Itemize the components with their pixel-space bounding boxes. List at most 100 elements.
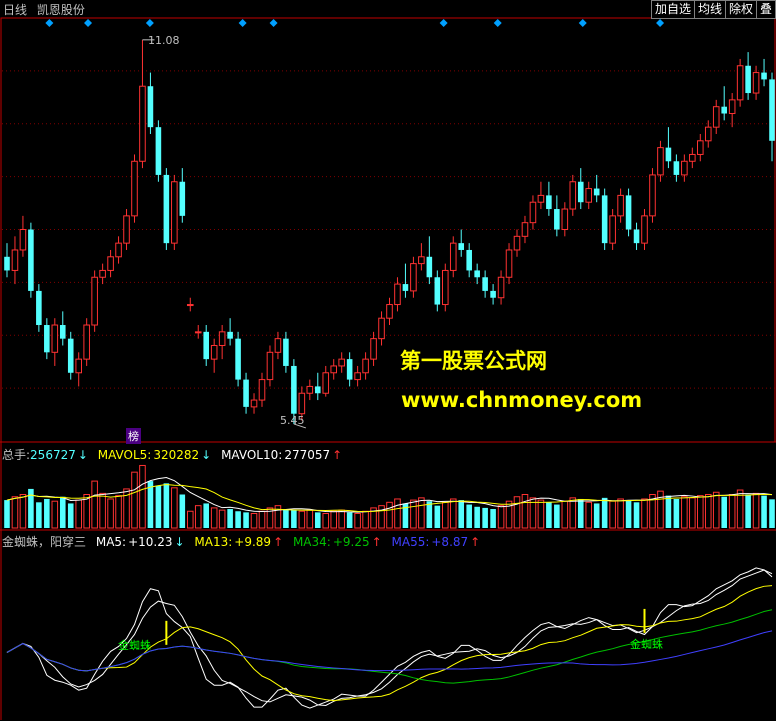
ex-rights-button[interactable]: 除权 xyxy=(724,0,757,19)
candle-body-down xyxy=(434,277,441,305)
volume-bar-up xyxy=(194,505,202,529)
volume-bar-up xyxy=(107,498,114,529)
volume-bar-down xyxy=(665,495,672,528)
volume-bar-up xyxy=(410,499,417,529)
indicator-legend: 金蜘蛛，阳穿三 MA5:+10.23 MA13:+9.89 MA34:+9.25… xyxy=(2,533,486,550)
candle-body-up xyxy=(513,235,521,251)
volume-bar-up xyxy=(689,497,696,529)
volume-bar-up xyxy=(298,510,306,529)
total-volume-value: 256727 xyxy=(30,448,76,462)
add-watchlist-button[interactable]: 加自选 xyxy=(650,0,695,19)
candle-body-down xyxy=(554,209,560,230)
volume-bar-down xyxy=(434,505,441,528)
candle-body-up xyxy=(322,372,330,394)
candle-body-up xyxy=(171,181,178,244)
candle-body-down xyxy=(593,188,600,196)
signal-label-gold-spider-1: 金蜘蛛 xyxy=(118,639,151,652)
candle-body-up xyxy=(139,85,146,162)
candle-body-up xyxy=(194,331,202,334)
candle-body-up xyxy=(521,222,529,237)
candle-body-up xyxy=(330,365,338,374)
volume-bar-down xyxy=(291,510,297,528)
candle-body-up xyxy=(449,242,457,271)
volume-bar-up xyxy=(99,492,106,529)
volume-bar-down xyxy=(482,507,488,528)
candle-body-down xyxy=(721,106,727,114)
candle-body-down xyxy=(155,127,162,175)
candle-body-up xyxy=(210,344,218,360)
candle-body-up xyxy=(51,324,59,353)
candle-body-up xyxy=(410,263,417,292)
volume-bar-up xyxy=(115,495,122,529)
candle-body-down xyxy=(625,195,632,230)
volume-bar-up xyxy=(171,487,178,529)
candle-body-up xyxy=(370,338,377,360)
volume-bar-down xyxy=(601,497,608,528)
ma5-value: +10.23 xyxy=(128,535,173,549)
candle-body-up xyxy=(441,269,449,306)
signal-diamond-icon xyxy=(439,19,448,27)
total-volume-label: 总手: xyxy=(2,448,31,462)
stock-name: 凯恩股份 xyxy=(36,3,85,17)
volume-bar-up xyxy=(657,490,664,529)
mavol5-value: 320282 xyxy=(153,448,200,462)
candle-body-down xyxy=(577,181,584,203)
signal-diamond-icon xyxy=(656,19,665,27)
candle-body-up xyxy=(250,399,258,408)
signal-diamond-icon xyxy=(84,19,93,27)
volume-bar-down xyxy=(721,496,727,528)
volume-bar-up xyxy=(354,512,361,529)
toolbar-buttons: 加自选 均线 除权 叠 xyxy=(650,0,776,19)
volume-bar-up xyxy=(131,471,138,529)
volume-bar-down xyxy=(633,502,640,528)
volume-bar-up xyxy=(51,500,59,529)
rank-badge[interactable]: 榜 xyxy=(126,428,141,444)
candle-body-up xyxy=(617,194,624,217)
candle-body-up xyxy=(266,351,274,381)
candle-body-up xyxy=(497,276,505,299)
volume-bar-up xyxy=(210,507,218,529)
candle-body-down xyxy=(235,338,241,380)
volume-bar-up xyxy=(449,498,457,529)
down-arrow-icon xyxy=(78,448,88,462)
volume-bar-up xyxy=(19,494,27,529)
overlay-button[interactable]: 叠 xyxy=(755,0,776,19)
candle-body-down xyxy=(474,270,480,278)
volume-bar-up xyxy=(250,512,258,529)
chart-canvas xyxy=(0,17,776,720)
candle-body-down xyxy=(769,79,775,141)
period-label[interactable]: 日线 xyxy=(3,3,27,17)
candle-body-up xyxy=(378,317,385,340)
candle-body-down xyxy=(28,229,34,291)
ma34-label: MA34: xyxy=(292,535,331,549)
candle-body-down xyxy=(466,249,472,271)
candle-body-down xyxy=(761,72,767,80)
candle-body-down xyxy=(601,195,608,244)
signal-label-gold-spider-2: 金蜘蛛 xyxy=(630,638,663,651)
candle-body-up xyxy=(418,256,425,265)
volume-bar-up xyxy=(521,494,529,529)
ma13-value: +9.89 xyxy=(234,535,272,549)
candle-body-up xyxy=(298,392,306,415)
volume-bar-up xyxy=(91,480,98,529)
up-arrow-icon xyxy=(332,448,342,462)
volume-bar-down xyxy=(283,509,289,528)
volume-bar-down xyxy=(458,500,465,528)
volume-bar-down xyxy=(59,496,66,528)
candle-body-up xyxy=(107,256,114,271)
candle-body-down xyxy=(4,256,10,271)
volume-bar-down xyxy=(155,485,162,528)
volume-bar-down xyxy=(426,501,433,528)
volume-bar-down xyxy=(673,498,680,528)
candle-body-up xyxy=(83,324,90,360)
volume-bar-up xyxy=(362,510,369,529)
candle-body-up xyxy=(99,269,106,278)
moving-average-button[interactable]: 均线 xyxy=(693,0,726,19)
candle-body-up xyxy=(529,201,537,224)
volume-bar-down xyxy=(745,494,751,528)
candle-body-up xyxy=(736,65,744,101)
candle-body-up xyxy=(704,126,712,142)
volume-bar-up xyxy=(681,496,688,529)
signal-diamond-icon xyxy=(238,19,247,27)
volume-bar-up xyxy=(752,492,760,529)
